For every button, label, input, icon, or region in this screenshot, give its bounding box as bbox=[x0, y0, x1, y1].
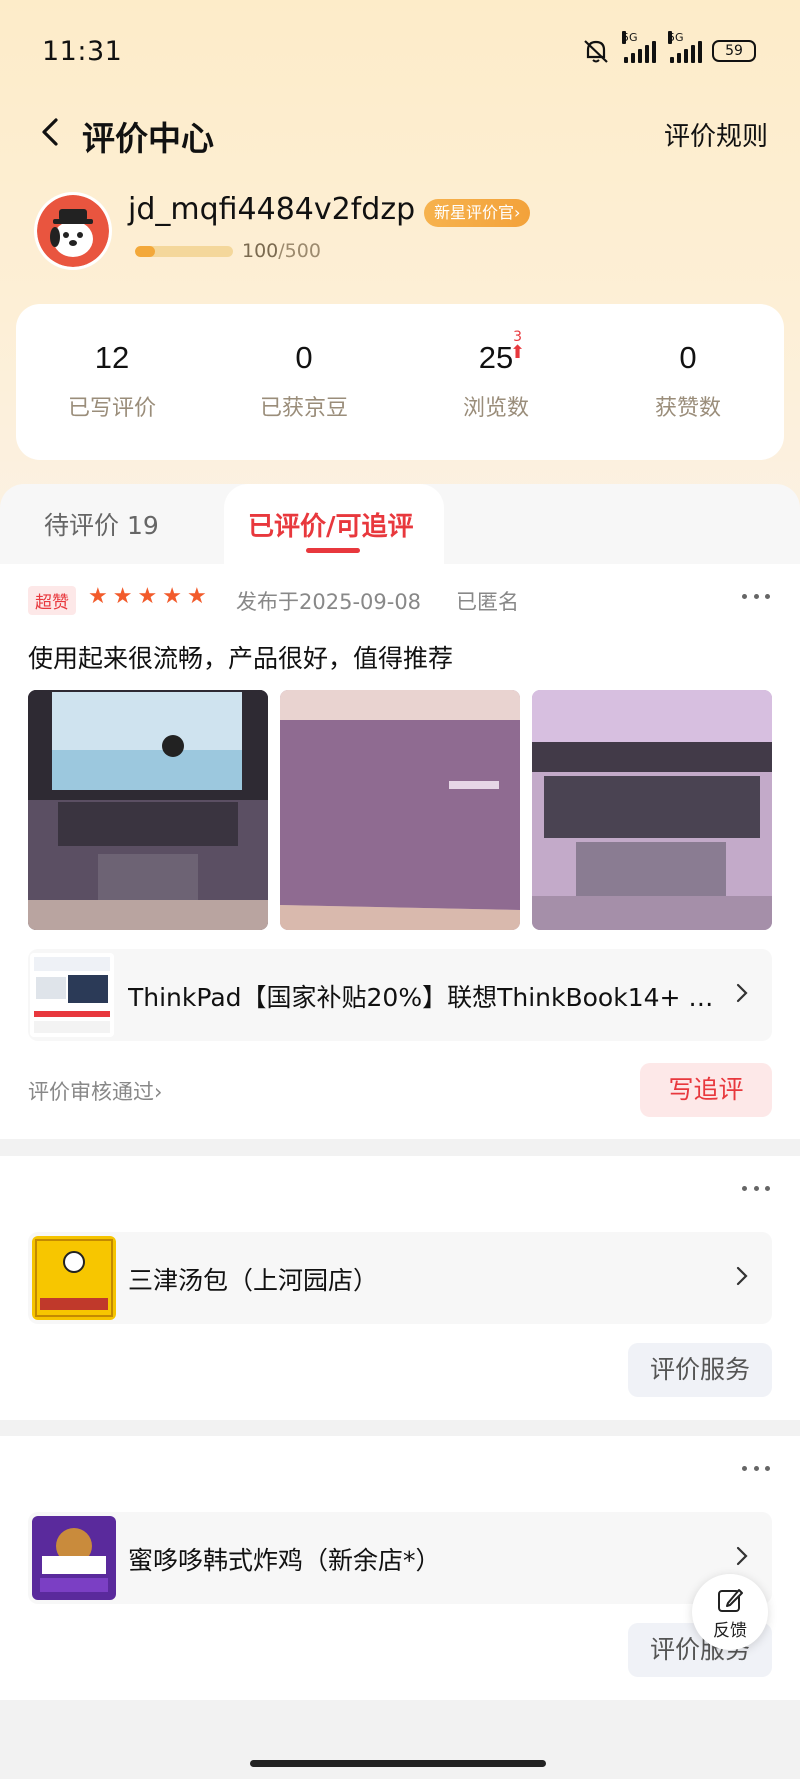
back-arrow-icon[interactable] bbox=[32, 112, 72, 152]
feedback-label: 反馈 bbox=[713, 1621, 747, 1641]
star-icon: ★ bbox=[186, 584, 207, 609]
product-name: ThinkPad【国家补贴20%】联想ThinkBook14+ 2025 酷睿U… bbox=[128, 983, 728, 1012]
review-audit-status[interactable]: 评价审核通过› bbox=[28, 1076, 162, 1106]
write-follow-up-review-button[interactable]: 写追评 bbox=[640, 1063, 772, 1117]
store-row[interactable]: 蜜哆哆韩式炸鸡（新余店*） bbox=[28, 1512, 772, 1604]
stat-value: 25 bbox=[478, 340, 514, 375]
store-row[interactable]: 三津汤包（上河园店） bbox=[28, 1232, 772, 1324]
stat-value: 12 bbox=[94, 340, 130, 375]
views-increase-badge: 3 ⬆ bbox=[510, 329, 526, 363]
more-options-icon[interactable] bbox=[742, 594, 770, 602]
review-rules-link[interactable]: 评价规则 bbox=[664, 116, 768, 153]
signal-icon-2: 5G bbox=[666, 31, 702, 63]
up-arrow-icon: ⬆ bbox=[510, 342, 526, 363]
signal-icon: 5G bbox=[620, 31, 656, 63]
store-review-card: 三津汤包（上河园店） 评价服务 bbox=[0, 1156, 800, 1420]
avatar-dog-icon bbox=[37, 195, 109, 267]
review-photo-3[interactable] bbox=[532, 690, 772, 930]
status-time: 11:31 bbox=[42, 36, 123, 67]
publish-date: 发布于2025-09-08 bbox=[236, 590, 422, 614]
anonymous-label: 已匿名 bbox=[456, 590, 519, 614]
stat-value: 0 bbox=[679, 340, 697, 375]
username: jd_mqfi4484v2fdzp bbox=[128, 192, 416, 227]
level-progress-fill bbox=[135, 246, 155, 257]
store-logo bbox=[32, 1516, 116, 1600]
tab-reviewed[interactable]: 已评价/可追评 bbox=[248, 506, 414, 543]
star-rating: ★ ★ ★ ★ ★ bbox=[88, 584, 207, 609]
rating-tag: 超赞 bbox=[28, 586, 76, 615]
level-badge[interactable]: 新星评价官› bbox=[424, 199, 531, 227]
more-options-icon[interactable] bbox=[742, 1186, 770, 1194]
status-bar: 11:31 5G 5G 59 bbox=[0, 0, 800, 100]
stat-likes[interactable]: 0 获赞数 bbox=[592, 304, 784, 460]
chevron-right-icon bbox=[736, 1266, 748, 1286]
active-tab-indicator bbox=[306, 548, 360, 553]
nav-header: 评价中心 评价规则 bbox=[0, 100, 800, 170]
star-icon: ★ bbox=[112, 584, 133, 609]
star-icon: ★ bbox=[137, 584, 158, 609]
star-icon: ★ bbox=[88, 584, 108, 609]
avatar[interactable] bbox=[34, 192, 112, 270]
level-progress-bar bbox=[135, 246, 233, 257]
edit-icon bbox=[718, 1589, 743, 1612]
store-review-card: 蜜哆哆韩式炸鸡（新余店*） 评价服务 bbox=[0, 1436, 800, 1700]
tab-pending-reviews[interactable]: 待评价 19 bbox=[44, 506, 159, 542]
review-tabs: 待评价 19 已评价/可追评 bbox=[0, 484, 800, 564]
store-name: 蜜哆哆韩式炸鸡（新余店*） bbox=[128, 1546, 441, 1575]
review-text: 使用起来很流畅，产品很好，值得推荐 bbox=[28, 644, 454, 673]
product-thumbnail bbox=[30, 953, 114, 1037]
review-photo-1[interactable] bbox=[28, 690, 268, 930]
product-row[interactable]: ThinkPad【国家补贴20%】联想ThinkBook14+ 2025 酷睿U… bbox=[28, 949, 772, 1041]
stat-label: 浏览数 bbox=[462, 396, 529, 421]
level-progress-text: 100/500 bbox=[242, 240, 321, 262]
stat-label: 已获京豆 bbox=[259, 396, 348, 421]
stat-value: 0 bbox=[295, 340, 313, 375]
status-icons: 5G 5G 59 bbox=[582, 31, 756, 64]
review-service-button[interactable]: 评价服务 bbox=[628, 1343, 772, 1397]
stat-label: 已写评价 bbox=[67, 396, 156, 421]
mute-bell-icon bbox=[584, 40, 608, 63]
chevron-right-icon bbox=[736, 1546, 748, 1566]
review-photo-2[interactable] bbox=[280, 690, 520, 930]
stat-label: 获赞数 bbox=[654, 396, 721, 421]
stats-card: 12 已写评价 0 已获京豆 25 3 ⬆ 浏览数 0 获赞数 bbox=[16, 304, 784, 460]
star-icon: ★ bbox=[162, 584, 182, 609]
review-card: 超赞 ★ ★ ★ ★ ★ 发布于2025-09-08 已匿名 使用起来很流畅，产… bbox=[0, 564, 800, 1139]
stat-jingdou[interactable]: 0 已获京豆 bbox=[208, 304, 400, 460]
home-indicator[interactable] bbox=[250, 1760, 546, 1767]
feedback-button[interactable]: 反馈 bbox=[692, 1574, 768, 1650]
stat-written-reviews[interactable]: 12 已写评价 bbox=[16, 304, 208, 460]
store-logo bbox=[32, 1236, 116, 1320]
stat-views[interactable]: 25 3 ⬆ 浏览数 bbox=[400, 304, 592, 460]
page-title: 评价中心 bbox=[82, 119, 214, 158]
store-name: 三津汤包（上河园店） bbox=[128, 1266, 379, 1295]
battery-icon: 59 bbox=[712, 40, 756, 62]
chevron-right-icon bbox=[736, 983, 748, 1003]
more-options-icon[interactable] bbox=[742, 1466, 770, 1474]
